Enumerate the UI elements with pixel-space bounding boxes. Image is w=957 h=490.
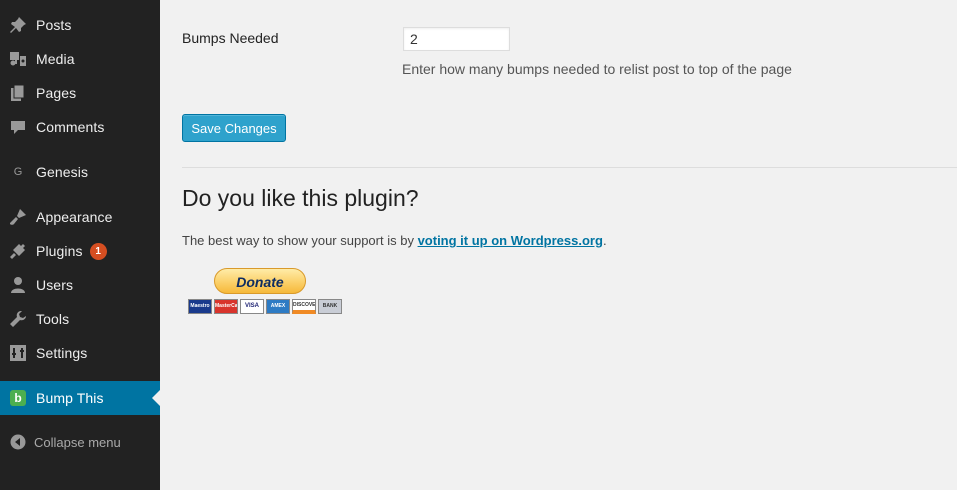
media-icon [8,49,28,69]
collapse-arrow-icon [9,433,27,451]
support-text-end: . [602,233,607,248]
vote-wordpress-link[interactable]: voting it up on Wordpress.org [418,233,603,248]
wrench-icon [8,309,28,329]
sidebar-item-label: Settings [36,345,88,361]
bump-this-icon: b [8,388,28,408]
mastercard-icon: MasterCard [214,299,238,314]
comment-icon [8,117,28,137]
discover-card-icon: DISCOVER [292,299,316,314]
sidebar-item-posts[interactable]: Posts [0,8,160,42]
sidebar-item-label: Appearance [36,209,113,225]
sidebar-item-media[interactable]: Media [0,42,160,76]
sidebar-item-label: Bump This [36,390,104,406]
settings-icon [8,343,28,363]
donate-button[interactable]: Donate [214,268,306,294]
sidebar-item-label: Comments [36,119,105,135]
plug-icon [8,241,28,261]
visa-card-icon: VISA [240,299,264,314]
amex-card-icon: AMEX [266,299,290,314]
section-divider [182,167,957,168]
sidebar-item-plugins[interactable]: Plugins 1 [0,234,160,268]
bumps-needed-input[interactable] [403,27,510,51]
sidebar-item-label: Genesis [36,164,89,180]
collapse-menu-label: Collapse menu [34,434,121,450]
pages-icon [8,83,28,103]
sidebar-item-label: Plugins [36,243,83,259]
sidebar-item-bump-this[interactable]: b Bump This [0,381,160,415]
plugin-update-badge: 1 [89,242,107,260]
sidebar-item-appearance[interactable]: Appearance [0,200,160,234]
sidebar-item-label: Media [36,51,75,67]
sidebar-item-pages[interactable]: Pages [0,76,160,110]
sidebar-item-genesis[interactable]: G Genesis [0,155,160,189]
sidebar-item-comments[interactable]: Comments [0,110,160,144]
save-changes-button[interactable]: Save Changes [182,114,286,142]
sidebar-item-label: Posts [36,17,72,33]
pushpin-icon [8,15,28,35]
bump-this-icon-glyph: b [14,391,22,405]
support-text: The best way to show your support is by … [182,233,607,248]
main-content: Bumps Needed Enter how many bumps needed… [160,0,957,490]
sidebar-item-users[interactable]: Users [0,268,160,302]
bank-card-icon: BANK [318,299,342,314]
collapse-menu-button[interactable]: Collapse menu [0,429,160,455]
maestro-card-icon: Maestro [188,299,212,314]
promo-heading: Do you like this plugin? [182,185,419,211]
user-icon [8,275,28,295]
payment-cards: Maestro MasterCard VISA AMEX DISCOVER BA… [188,299,342,314]
sidebar-item-label: Users [36,277,74,293]
bumps-needed-label: Bumps Needed [182,30,279,46]
sidebar-item-label: Pages [36,85,77,101]
genesis-icon-glyph: G [13,166,23,178]
admin-sidebar: Posts Media Pages Comments G Genesis App… [0,0,160,490]
sidebar-item-tools[interactable]: Tools [0,302,160,336]
genesis-icon: G [8,162,28,182]
paintbrush-icon [8,207,28,227]
bumps-needed-description: Enter how many bumps needed to relist po… [402,61,792,77]
sidebar-item-settings[interactable]: Settings [0,336,160,370]
support-text-lead: The best way to show your support is by [182,233,418,248]
sidebar-item-label: Tools [36,311,70,327]
